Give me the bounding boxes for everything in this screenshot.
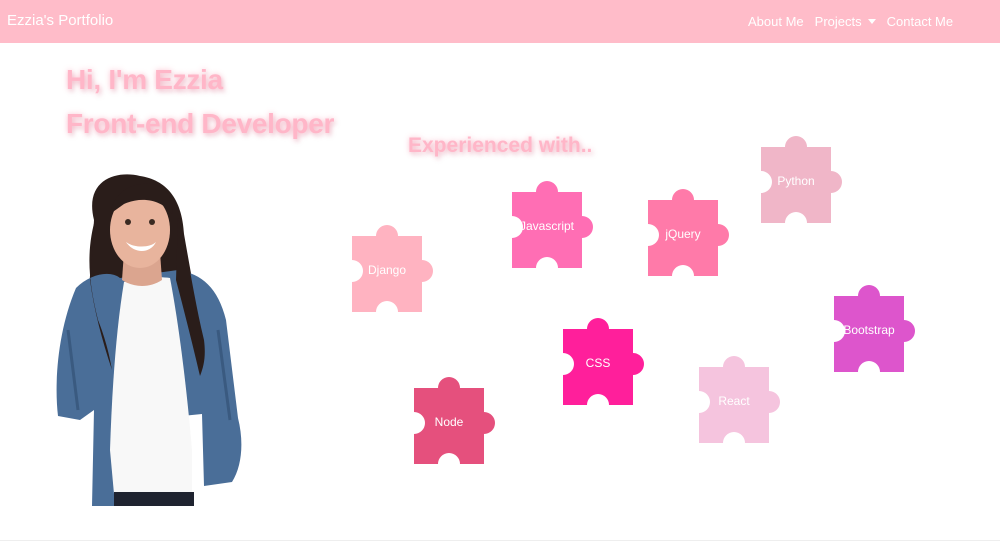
nav-contact-me[interactable]: Contact Me [887,14,953,29]
skill-label-python: Python [777,174,815,188]
skill-piece-javascript[interactable]: Javascript [512,174,598,268]
skill-label-react: React [718,394,750,408]
skill-piece-css[interactable]: CSS [563,311,649,405]
skill-label-bootstrap: Bootstrap [843,323,895,337]
skill-label-django: Django [367,263,407,277]
nav-projects-label: Projects [814,14,862,29]
skill-piece-django[interactable]: Django [352,218,438,312]
caret-down-icon [867,19,876,24]
brand-link[interactable]: Ezzia's Portfolio [7,12,113,29]
page-divider [0,540,1000,541]
navbar: Ezzia's Portfolio About Me Projects Cont… [0,0,1000,43]
skill-piece-react[interactable]: React [699,349,785,443]
skill-label-jquery: jQuery [665,227,701,241]
hero-role: Front-end Developer [66,108,335,139]
nav-projects-dropdown[interactable]: Projects [815,14,876,29]
nav-about-me[interactable]: About Me [748,14,804,29]
skill-piece-bootstrap[interactable]: Bootstrap [834,278,920,372]
nav-links: About Me Projects Contact Me [748,14,953,29]
experienced-heading: Experienced with.. [408,134,593,157]
skill-label-javascript: Javascript [519,219,575,233]
skill-label-css: CSS [585,356,611,370]
skill-piece-python[interactable]: Python [761,129,847,223]
hero-greeting: Hi, I'm Ezzia [66,64,223,95]
profile-photo [56,174,242,506]
skill-piece-node[interactable]: Node [414,370,500,464]
skill-piece-jquery[interactable]: jQuery [648,182,734,276]
skill-label-node: Node [434,415,464,429]
